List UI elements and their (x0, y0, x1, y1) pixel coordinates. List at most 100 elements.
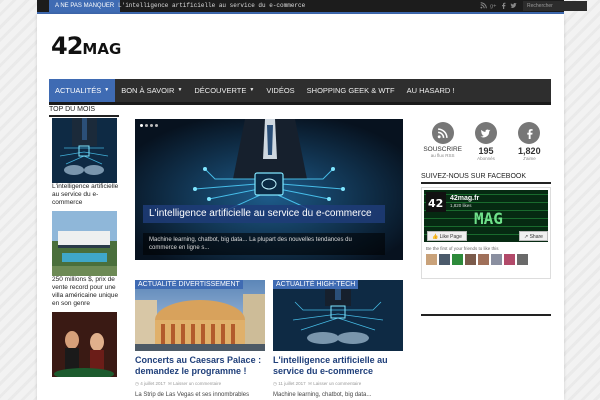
avatar[interactable] (452, 254, 463, 265)
article-thumbnail[interactable]: ACTUALITÉ HIGH-TECH (273, 280, 403, 351)
social-item-rss[interactable]: SOUSCRIRE au flux RSS (421, 122, 464, 161)
like-page-button[interactable]: 👍 Like Page (427, 231, 467, 241)
chevron-down-icon: ▼ (249, 87, 255, 93)
featured-slider[interactable]: L'intelligence artificielle au service d… (135, 119, 403, 260)
top-month-title: TOP DU MOIS (49, 106, 96, 113)
social-count: 1,820 (518, 146, 541, 156)
svg-text:42: 42 (428, 197, 443, 210)
share-button[interactable]: ↗ Share (519, 231, 548, 241)
top-month-list: L'intelligence artificielle au service d… (49, 118, 119, 377)
nav-item-videos[interactable]: VIDÉOS (260, 79, 300, 102)
slider-dot[interactable] (140, 124, 143, 127)
widget-divider (421, 182, 551, 184)
article-meta: ◷ 11 juillet 2017 ✉ Laisser un commentai… (273, 381, 403, 387)
category-badge[interactable]: ACTUALITÉ HIGH-TECH (273, 280, 359, 289)
social-sub: J'aime (522, 156, 536, 161)
avatar[interactable] (426, 254, 437, 265)
clock-icon: ◷ (135, 381, 139, 386)
chevron-down-icon: ▼ (177, 87, 183, 93)
comment-icon: ✉ (168, 381, 172, 386)
page-container: 42MAG ACTUALITÉS ▼ BON À SAVOIR ▼ DÉCOUVER… (37, 14, 564, 400)
slider-dot[interactable] (150, 124, 153, 127)
list-item[interactable]: L'intelligence artificielle au service d… (49, 118, 119, 207)
social-item-twitter[interactable]: 195 Abonnés (464, 122, 507, 161)
thumbs-up-icon: 👍 (432, 234, 439, 240)
avatar[interactable] (465, 254, 476, 265)
facebook-icon[interactable] (518, 122, 541, 144)
facebook-icon[interactable] (500, 2, 507, 10)
twitter-icon[interactable] (510, 2, 517, 10)
article-title[interactable]: Concerts au Caesars Palace : demandez le… (135, 355, 265, 377)
nav-item-label: AU HASARD ! (406, 86, 455, 95)
article-excerpt: Machine learning, chatbot, big data... (273, 392, 372, 398)
slider-dot[interactable] (145, 124, 148, 127)
avatar[interactable] (517, 254, 528, 265)
top-social-icons: g+ (480, 2, 517, 10)
facebook-avatars (426, 254, 528, 265)
avatar[interactable] (478, 254, 489, 265)
avatar[interactable] (439, 254, 450, 265)
article-card[interactable]: ACTUALITÉ HIGH-TECH L'intelligence artif… (273, 280, 403, 399)
slider-title[interactable]: L'intelligence artificielle au service d… (143, 205, 385, 223)
comments-link[interactable]: Laisser un commentaire (173, 381, 221, 386)
widget-divider (421, 314, 551, 316)
social-sub: Abonnés (477, 156, 495, 161)
list-item-title[interactable]: 250 millions $, prix de vente record pou… (52, 276, 119, 308)
facebook-like-count: 1,820 likes (450, 203, 472, 208)
list-item[interactable]: 250 millions $, prix de vente record pou… (49, 211, 119, 308)
breaking-news-label: A NE PAS MANQUER (49, 0, 121, 12)
category-badge[interactable]: ACTUALITÉ DIVERTISSEMENT (135, 280, 243, 289)
slider-dot[interactable] (155, 124, 158, 127)
nav-item-bon-a-savoir[interactable]: BON À SAVOIR ▼ (115, 79, 188, 102)
facebook-page-name[interactable]: 42mag.fr (450, 195, 479, 202)
article-thumbnail[interactable] (52, 118, 117, 183)
google-plus-icon[interactable]: g+ (490, 2, 497, 10)
article-thumbnail[interactable]: ACTUALITÉ DIVERTISSEMENT (135, 280, 265, 351)
logo-number: 42 (51, 32, 83, 60)
social-count: SOUSCRIRE (423, 146, 462, 153)
svg-text:g+: g+ (490, 4, 496, 9)
list-item[interactable] (49, 312, 119, 377)
breaking-news-ticker[interactable]: L'intelligence artificielle au service d… (118, 0, 305, 12)
article-thumbnail[interactable] (52, 312, 117, 377)
chevron-down-icon: ▼ (104, 87, 110, 93)
social-item-facebook[interactable]: 1,820 J'aime (508, 122, 551, 161)
slider-pagination (140, 124, 158, 127)
nav-item-au-hasard[interactable]: AU HASARD ! (401, 79, 461, 102)
comment-icon: ✉ (308, 381, 312, 386)
slider-description: Machine learning, chatbot, big data... L… (143, 233, 385, 255)
nav-item-shopping-geek[interactable]: SHOPPING GEEK & WTF (301, 79, 401, 102)
social-count: 195 (478, 146, 494, 156)
share-label: Share (529, 234, 543, 240)
widget-divider (49, 115, 119, 117)
rss-icon[interactable] (480, 2, 487, 10)
article-card[interactable]: ACTUALITÉ DIVERTISSEMENT Concerts au Cae… (135, 280, 265, 399)
clock-icon: ◷ (273, 381, 277, 386)
social-sub: au flux RSS (430, 153, 455, 158)
top-bar: A NE PAS MANQUER L'intelligence artifici… (37, 0, 587, 14)
like-page-label: Like Page (439, 234, 462, 240)
facebook-cover[interactable]: MAG 42 42mag.fr 1,820 likes 👍 Like Page … (424, 190, 548, 242)
search-input[interactable] (523, 1, 587, 11)
logo-word: MAG (82, 40, 122, 58)
facebook-friends-text: Be the first of your friends to like thi… (426, 246, 499, 251)
nav-item-label: DÉCOUVERTE (194, 86, 247, 95)
article-date: 4 juillet 2017 (140, 381, 166, 386)
nav-item-decouverte[interactable]: DÉCOUVERTE ▼ (188, 79, 260, 102)
comments-link[interactable]: Laisser un commentaire (313, 381, 361, 386)
facebook-widget-title: SUIVEZ-NOUS SUR FACEBOOK (421, 173, 527, 180)
article-title[interactable]: L'intelligence artificielle au service d… (273, 355, 403, 377)
share-icon: ↗ (524, 234, 529, 240)
article-thumbnail[interactable] (52, 211, 117, 276)
article-date: 11 juillet 2017 (278, 381, 306, 386)
facebook-page-widget[interactable]: MAG 42 42mag.fr 1,820 likes 👍 Like Page … (421, 187, 551, 279)
avatar[interactable] (491, 254, 502, 265)
rss-icon[interactable] (431, 122, 454, 144)
twitter-icon[interactable] (474, 122, 497, 144)
main-navigation: ACTUALITÉS ▼ BON À SAVOIR ▼ DÉCOUVERTE ▼ VI… (49, 79, 551, 105)
avatar[interactable] (504, 254, 515, 265)
nav-item-actualites[interactable]: ACTUALITÉS ▼ (49, 79, 116, 102)
list-item-title[interactable]: L'intelligence artificielle au service d… (52, 183, 119, 207)
nav-item-label: VIDÉOS (266, 86, 295, 95)
site-logo[interactable]: 42MAG (51, 33, 121, 65)
